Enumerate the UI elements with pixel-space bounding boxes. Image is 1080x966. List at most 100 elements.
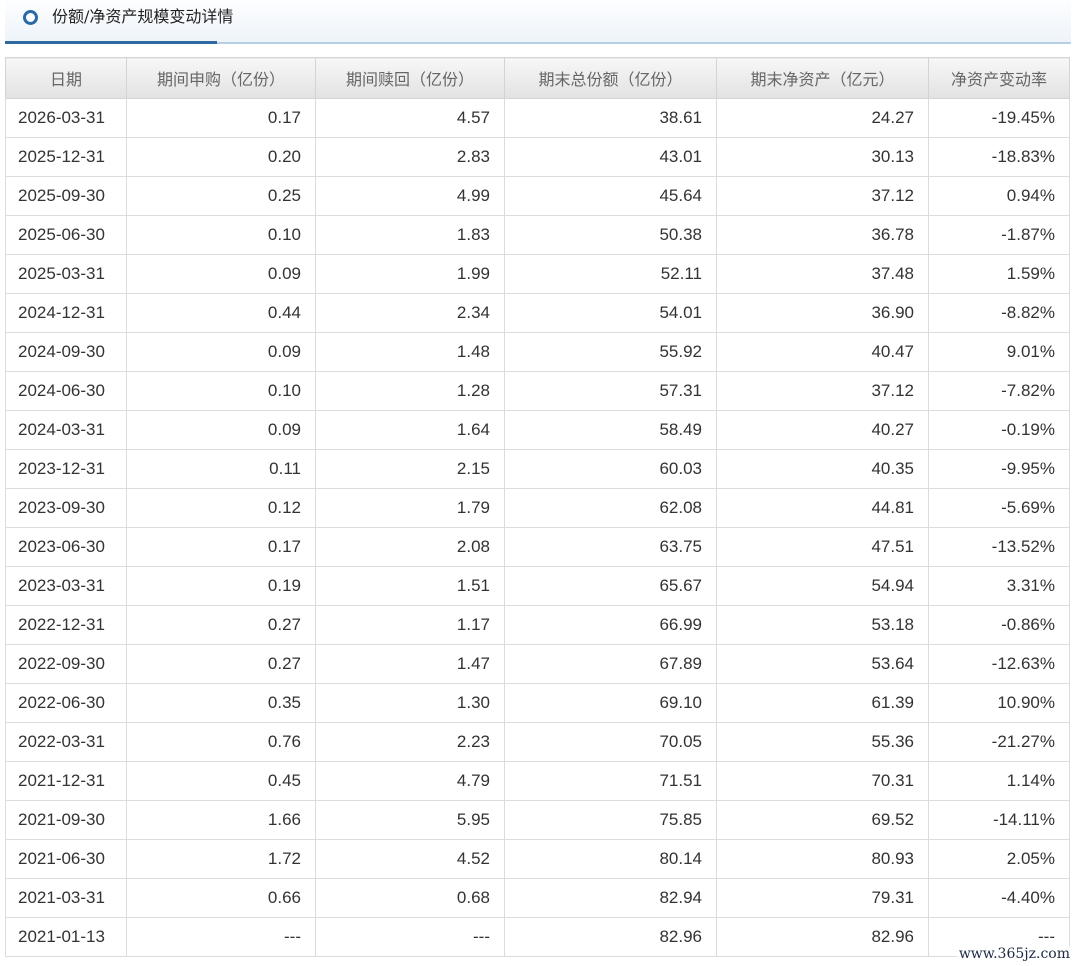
redemption-cell: 1.48 — [315, 332, 505, 372]
subscription-cell: 0.09 — [126, 254, 316, 294]
net-assets-cell: 53.64 — [716, 644, 929, 684]
subscription-cell: 0.19 — [126, 566, 316, 606]
total-shares-cell: 52.11 — [504, 254, 717, 294]
total-shares-cell: 60.03 — [504, 449, 717, 489]
net-assets-cell: 79.31 — [716, 878, 929, 918]
redemption-cell: 2.23 — [315, 722, 505, 762]
total-shares-cell: 70.05 — [504, 722, 717, 762]
redemption-cell: 2.83 — [315, 137, 505, 177]
table-row: 2023-12-31 0.11 2.15 60.03 40.35 -9.95% — [5, 449, 1070, 489]
table-row: 2024-12-31 0.44 2.34 54.01 36.90 -8.82% — [5, 293, 1070, 333]
table-row: 2021-01-13 --- --- 82.96 82.96 --- — [5, 917, 1070, 957]
table-row: 2024-09-30 0.09 1.48 55.92 40.47 9.01% — [5, 332, 1070, 372]
total-shares-cell: 67.89 — [504, 644, 717, 684]
total-shares-cell: 45.64 — [504, 176, 717, 216]
redemption-cell: 1.83 — [315, 215, 505, 255]
subscription-cell: 0.09 — [126, 410, 316, 450]
date-cell: 2022-06-30 — [5, 683, 127, 723]
date-cell: 2024-06-30 — [5, 371, 127, 411]
change-rate-cell: 0.94% — [928, 176, 1070, 216]
redemption-cell: 2.15 — [315, 449, 505, 489]
redemption-cell: 4.99 — [315, 176, 505, 216]
date-cell: 2024-12-31 — [5, 293, 127, 333]
net-assets-cell: 61.39 — [716, 683, 929, 723]
date-cell: 2023-12-31 — [5, 449, 127, 489]
redemption-cell: 1.28 — [315, 371, 505, 411]
column-header-date: 日期 — [5, 57, 127, 99]
net-assets-cell: 80.93 — [716, 839, 929, 879]
change-rate-cell: -5.69% — [928, 488, 1070, 528]
table-row: 2021-06-30 1.72 4.52 80.14 80.93 2.05% — [5, 839, 1070, 879]
subscription-cell: 1.66 — [126, 800, 316, 840]
net-assets-cell: 70.31 — [716, 761, 929, 801]
subscription-cell: 0.44 — [126, 293, 316, 333]
header-accent-bar — [5, 41, 217, 44]
redemption-cell: 5.95 — [315, 800, 505, 840]
date-cell: 2023-06-30 — [5, 527, 127, 567]
subscription-cell: --- — [126, 917, 316, 957]
subscription-cell: 0.76 — [126, 722, 316, 762]
table-row: 2022-03-31 0.76 2.23 70.05 55.36 -21.27% — [5, 722, 1070, 762]
table-row: 2024-03-31 0.09 1.64 58.49 40.27 -0.19% — [5, 410, 1070, 450]
change-rate-cell: 9.01% — [928, 332, 1070, 372]
subscription-cell: 0.17 — [126, 98, 316, 138]
net-assets-cell: 47.51 — [716, 527, 929, 567]
subscription-cell: 1.72 — [126, 839, 316, 879]
date-cell: 2024-09-30 — [5, 332, 127, 372]
change-rate-cell: 1.59% — [928, 254, 1070, 294]
subscription-cell: 0.25 — [126, 176, 316, 216]
date-cell: 2025-03-31 — [5, 254, 127, 294]
table-row: 2025-06-30 0.10 1.83 50.38 36.78 -1.87% — [5, 215, 1070, 255]
date-cell: 2022-03-31 — [5, 722, 127, 762]
date-cell: 2024-03-31 — [5, 410, 127, 450]
column-header-net-assets: 期末净资产（亿元） — [716, 57, 929, 99]
table-row: 2026-03-31 0.17 4.57 38.61 24.27 -19.45% — [5, 98, 1070, 138]
change-rate-cell: -0.19% — [928, 410, 1070, 450]
change-rate-cell: 2.05% — [928, 839, 1070, 879]
change-rate-cell: 10.90% — [928, 683, 1070, 723]
column-header-change-rate: 净资产变动率 — [928, 57, 1070, 99]
total-shares-cell: 58.49 — [504, 410, 717, 450]
change-rate-cell: -13.52% — [928, 527, 1070, 567]
date-cell: 2021-03-31 — [5, 878, 127, 918]
total-shares-cell: 65.67 — [504, 566, 717, 606]
net-assets-cell: 53.18 — [716, 605, 929, 645]
net-assets-cell: 40.47 — [716, 332, 929, 372]
subscription-cell: 0.27 — [126, 605, 316, 645]
change-rate-cell: -4.40% — [928, 878, 1070, 918]
change-rate-cell: -7.82% — [928, 371, 1070, 411]
redemption-cell: 2.08 — [315, 527, 505, 567]
column-header-redemption: 期间赎回（亿份） — [315, 57, 505, 99]
change-rate-cell: -12.63% — [928, 644, 1070, 684]
subscription-cell: 0.12 — [126, 488, 316, 528]
net-assets-cell: 54.94 — [716, 566, 929, 606]
section-header: 份额/净资产规模变动详情 — [5, 0, 1071, 44]
circle-icon — [23, 10, 38, 25]
net-assets-cell: 69.52 — [716, 800, 929, 840]
column-header-subscription: 期间申购（亿份） — [126, 57, 316, 99]
table-row: 2022-12-31 0.27 1.17 66.99 53.18 -0.86% — [5, 605, 1070, 645]
table-header-row: 日期 期间申购（亿份） 期间赎回（亿份） 期末总份额（亿份） 期末净资产（亿元）… — [5, 57, 1070, 99]
net-assets-cell: 24.27 — [716, 98, 929, 138]
change-rate-cell: -9.95% — [928, 449, 1070, 489]
total-shares-cell: 55.92 — [504, 332, 717, 372]
date-cell: 2021-06-30 — [5, 839, 127, 879]
section-title: 份额/净资产规模变动详情 — [52, 7, 234, 26]
change-rate-cell: -18.83% — [928, 137, 1070, 177]
subscription-cell: 0.17 — [126, 527, 316, 567]
net-assets-cell: 37.48 — [716, 254, 929, 294]
change-rate-cell: -19.45% — [928, 98, 1070, 138]
net-assets-cell: 55.36 — [716, 722, 929, 762]
total-shares-cell: 54.01 — [504, 293, 717, 333]
date-cell: 2025-12-31 — [5, 137, 127, 177]
change-rate-cell: -1.87% — [928, 215, 1070, 255]
redemption-cell: 1.79 — [315, 488, 505, 528]
subscription-cell: 0.35 — [126, 683, 316, 723]
redemption-cell: 1.51 — [315, 566, 505, 606]
table-row: 2021-03-31 0.66 0.68 82.94 79.31 -4.40% — [5, 878, 1070, 918]
total-shares-cell: 71.51 — [504, 761, 717, 801]
table-row: 2023-06-30 0.17 2.08 63.75 47.51 -13.52% — [5, 527, 1070, 567]
table-row: 2025-09-30 0.25 4.99 45.64 37.12 0.94% — [5, 176, 1070, 216]
net-assets-cell: 37.12 — [716, 371, 929, 411]
total-shares-cell: 80.14 — [504, 839, 717, 879]
